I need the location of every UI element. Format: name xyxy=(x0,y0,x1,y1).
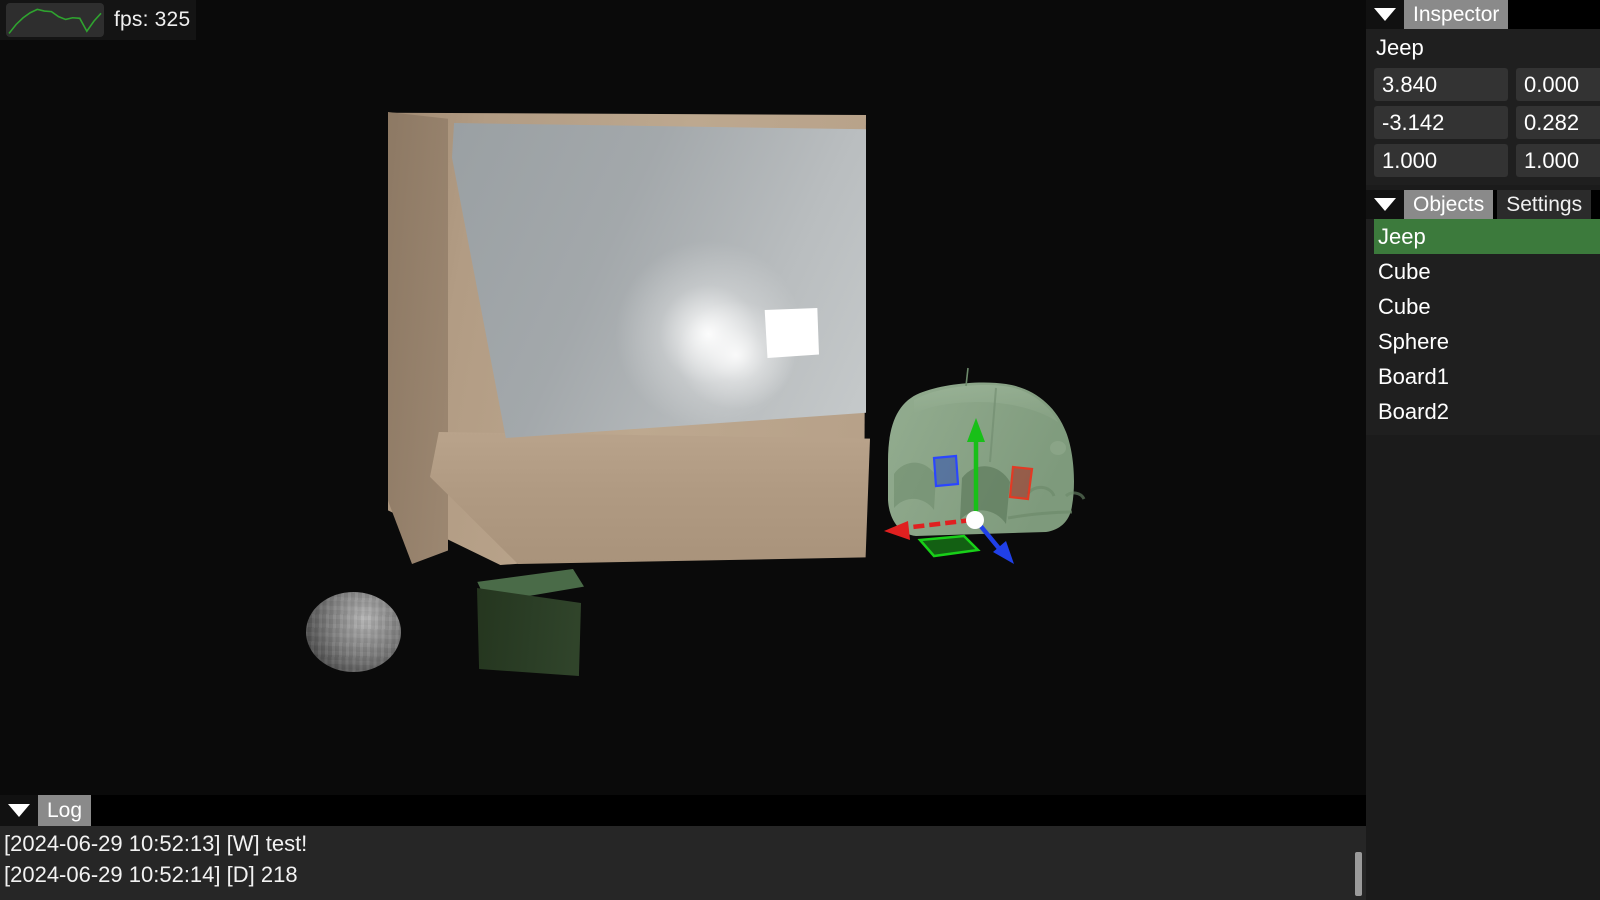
inspector-panel: Inspector Jeep 3.840 0.000 -3.142 0.282 … xyxy=(1366,0,1600,185)
object-list-item-sphere[interactable]: Sphere xyxy=(1374,324,1600,359)
tab-inspector[interactable]: Inspector xyxy=(1404,0,1509,29)
inspector-field-rot-z[interactable]: 1.000 xyxy=(1516,144,1600,177)
object-list-item-board2[interactable]: Board2 xyxy=(1374,394,1600,429)
log-header: Log xyxy=(0,795,1366,826)
log-panel: Log [2024-06-29 10:52:13] [W] test! [202… xyxy=(0,795,1366,900)
gizmo-axis-x xyxy=(903,517,973,531)
objects-panel: Objects Settings Jeep Cube Cube Sphere B… xyxy=(1366,190,1600,435)
chevron-down-icon xyxy=(8,804,30,817)
inspector-field-row: -3.142 0.282 xyxy=(1374,106,1600,139)
inspector-body: Jeep 3.840 0.000 -3.142 0.282 1.000 1.00… xyxy=(1366,29,1600,185)
inspector-field-rot-y[interactable]: 0.282 xyxy=(1516,106,1600,139)
inspector-field-row: 3.840 0.000 xyxy=(1374,68,1600,101)
inspector-field-pos-x[interactable]: 3.840 xyxy=(1374,68,1508,101)
fps-sparkline-graph xyxy=(6,3,104,37)
log-scrollbar[interactable] xyxy=(1355,852,1362,896)
log-line: [2024-06-29 10:52:13] [W] test! xyxy=(4,831,308,856)
tab-objects[interactable]: Objects xyxy=(1404,190,1494,219)
objects-list: Jeep Cube Cube Sphere Board1 Board2 xyxy=(1366,219,1600,435)
fps-overlay: fps: 325 xyxy=(0,0,197,40)
sphere-facet-shading xyxy=(306,592,401,672)
3d-viewport[interactable] xyxy=(0,0,1366,795)
objects-header: Objects Settings xyxy=(1366,190,1600,219)
scene-object-board2-side xyxy=(388,112,448,564)
right-panel-column: Inspector Jeep 3.840 0.000 -3.142 0.282 … xyxy=(1366,0,1600,900)
object-list-item-board1[interactable]: Board1 xyxy=(1374,359,1600,394)
log-body[interactable]: [2024-06-29 10:52:13] [W] test! [2024-06… xyxy=(0,826,1366,900)
chevron-down-icon xyxy=(1374,8,1396,21)
inspector-header: Inspector xyxy=(1366,0,1600,29)
fps-label: fps: 325 xyxy=(114,8,191,31)
log-line: [2024-06-29 10:52:14] [D] 218 xyxy=(4,862,298,887)
scene-object-white-cube[interactable] xyxy=(764,308,819,358)
inspector-field-pos-y[interactable]: -3.142 xyxy=(1374,106,1508,139)
inspector-field-rot-x[interactable]: 0.000 xyxy=(1516,68,1600,101)
object-list-item-cube-1[interactable]: Cube xyxy=(1374,254,1600,289)
inspector-collapse-button[interactable] xyxy=(1366,0,1404,29)
transform-gizmo[interactable] xyxy=(860,400,1110,580)
objects-collapse-button[interactable] xyxy=(1366,190,1404,219)
inspector-object-name: Jeep xyxy=(1376,35,1424,60)
inspector-field-row: 1.000 1.000 xyxy=(1374,144,1600,177)
gizmo-plane-xz xyxy=(917,534,981,558)
gizmo-origin-handle xyxy=(966,511,984,529)
scene-object-board1-screen[interactable] xyxy=(452,123,866,438)
object-list-item-jeep[interactable]: Jeep xyxy=(1374,219,1600,254)
scene-object-green-cube-front[interactable] xyxy=(477,588,581,676)
log-collapse-button[interactable] xyxy=(0,795,38,826)
object-list-item-cube-2[interactable]: Cube xyxy=(1374,289,1600,324)
tab-log[interactable]: Log xyxy=(38,795,92,826)
tab-settings[interactable]: Settings xyxy=(1497,190,1592,219)
chevron-down-icon xyxy=(1374,198,1396,211)
editor-root: fps: 325 Inspector Jeep 3.840 0.000 -3.1… xyxy=(0,0,1600,900)
inspector-field-pos-z[interactable]: 1.000 xyxy=(1374,144,1508,177)
